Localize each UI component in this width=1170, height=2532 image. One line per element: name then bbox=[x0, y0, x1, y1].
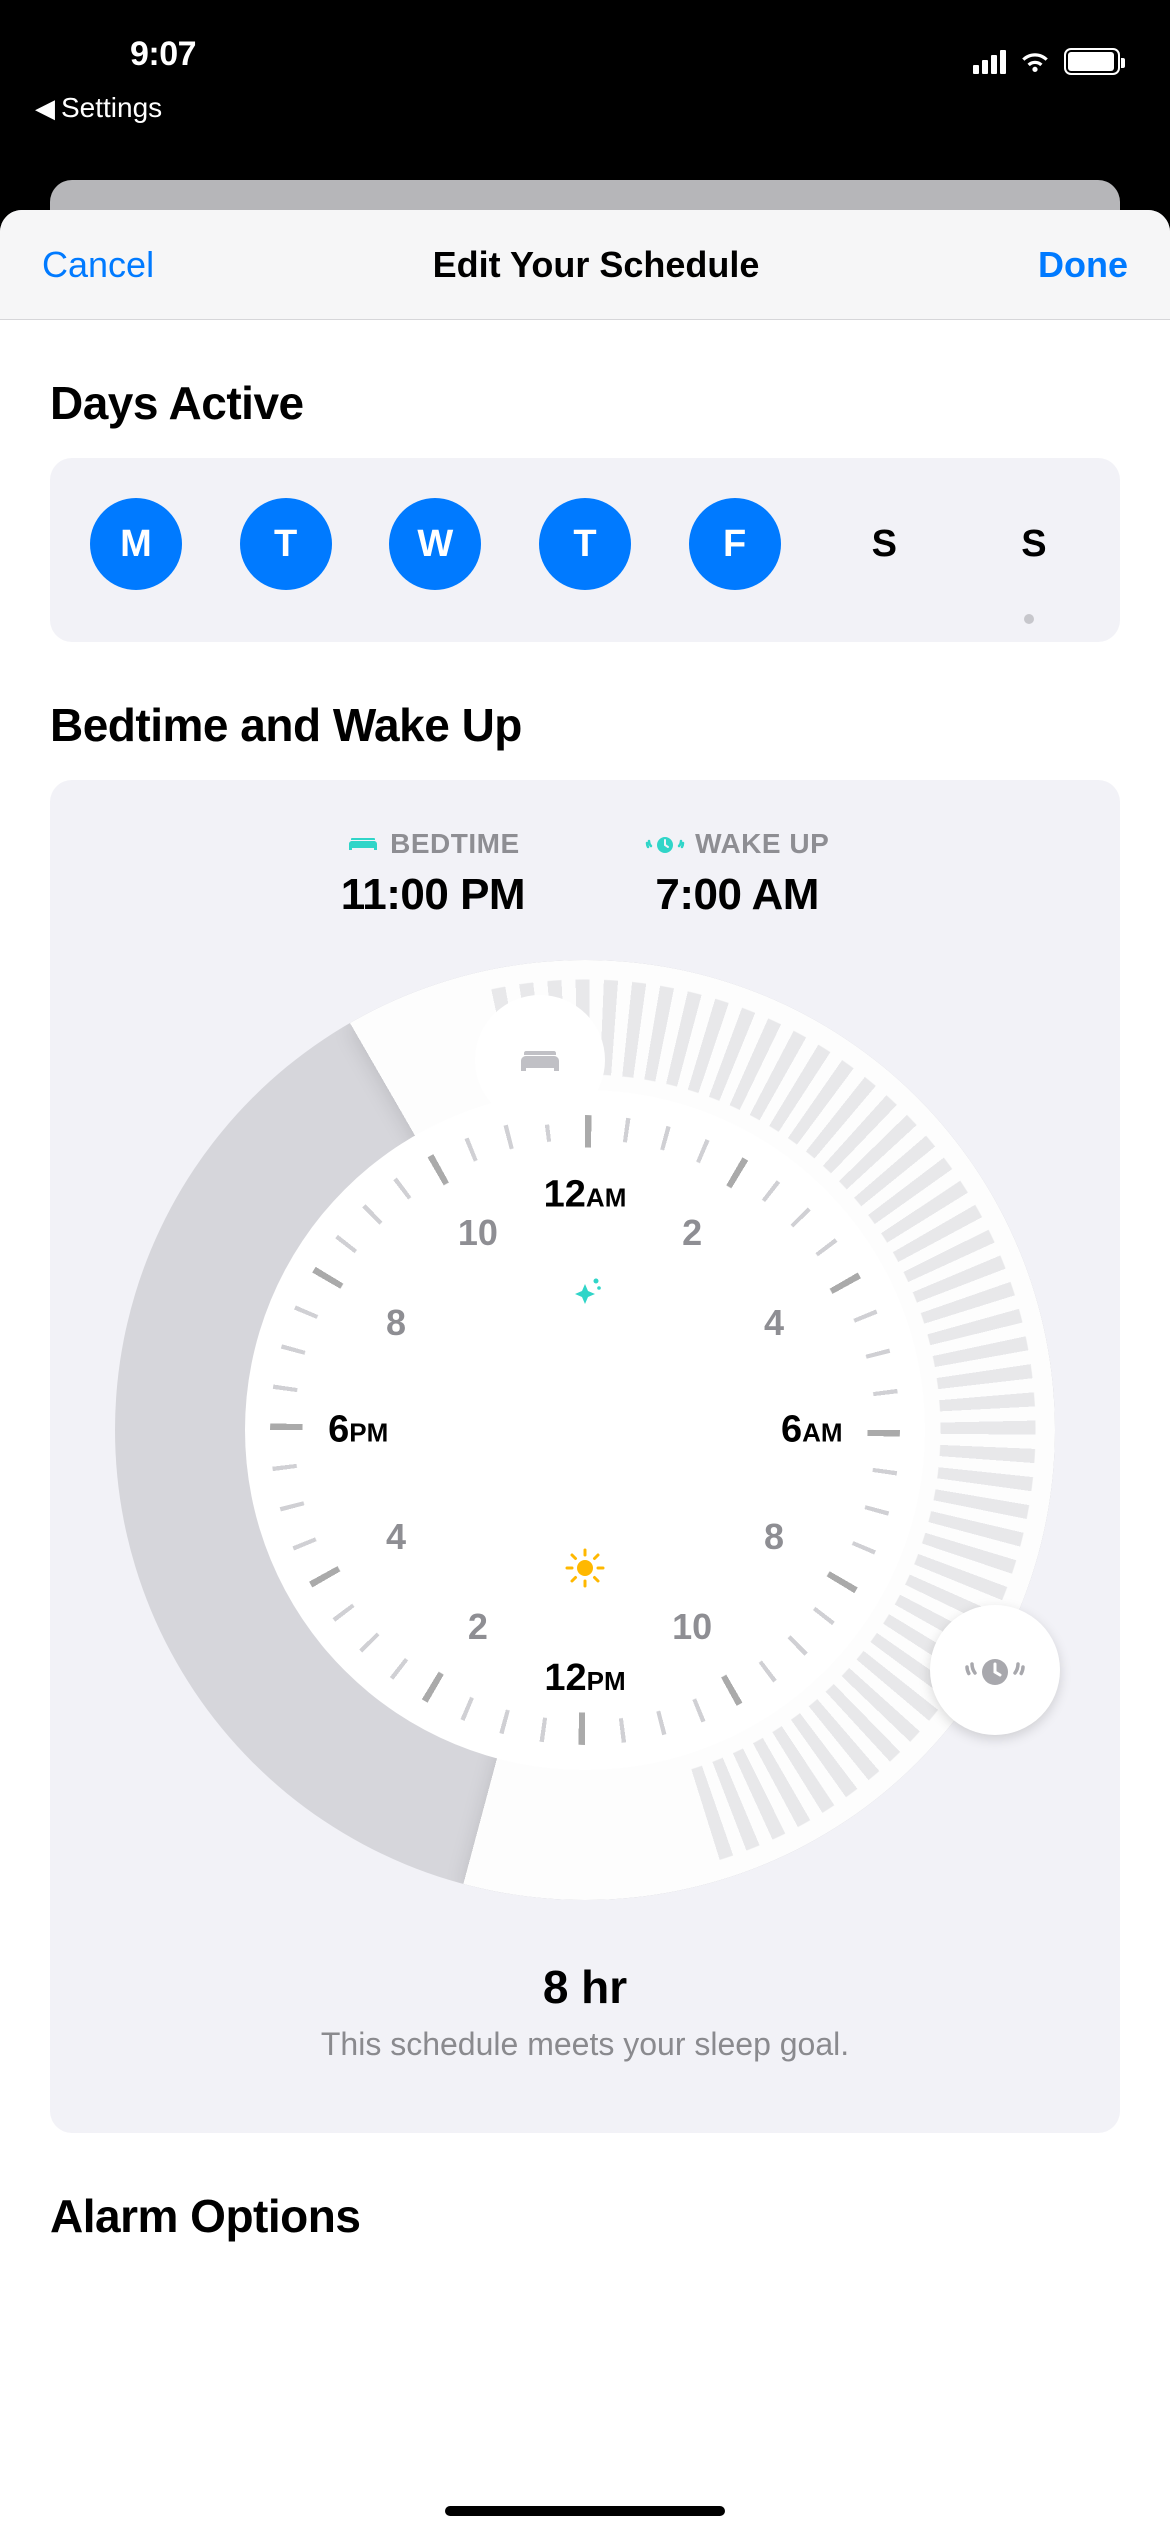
status-right bbox=[973, 48, 1120, 75]
clock-2t: 2 bbox=[682, 1212, 702, 1254]
stars-icon bbox=[563, 1270, 607, 1314]
done-button[interactable]: Done bbox=[1038, 244, 1128, 286]
cellular-icon bbox=[973, 50, 1006, 74]
content: Days Active M T W T F S S Bedtime and Wa… bbox=[0, 376, 1170, 2243]
bedtime-wakeup-title: Bedtime and Wake Up bbox=[50, 698, 1120, 752]
day-toggle-thu[interactable]: T bbox=[539, 498, 631, 590]
sleep-summary: 8 hr This schedule meets your sleep goal… bbox=[90, 1960, 1080, 2063]
day-toggle-wed[interactable]: W bbox=[389, 498, 481, 590]
alarm-options-title: Alarm Options bbox=[50, 2189, 1120, 2243]
sun-icon bbox=[563, 1546, 607, 1590]
clock-face: 12AM 2 4 6AM 8 10 12PM 2 4 6PM 8 10 bbox=[270, 1115, 900, 1745]
bed-icon bbox=[346, 832, 380, 856]
sleep-dial[interactable]: 12AM 2 4 6AM 8 10 12PM 2 4 6PM 8 10 bbox=[115, 960, 1055, 1900]
day-toggle-sun[interactable]: S bbox=[988, 498, 1080, 590]
clock-4b: 4 bbox=[386, 1516, 406, 1558]
status-bar: 9:07 ◀ Settings bbox=[0, 0, 1170, 140]
clock-10r: 10 bbox=[672, 1606, 712, 1648]
wakeup-value: 7:00 AM bbox=[645, 870, 829, 920]
chevron-left-icon: ◀ bbox=[35, 93, 55, 124]
modal-sheet: Cancel Edit Your Schedule Done Days Acti… bbox=[0, 210, 1170, 2532]
wakeup-block: WAKE UP 7:00 AM bbox=[645, 828, 829, 920]
battery-icon bbox=[1064, 48, 1120, 75]
clock-6pm: 6PM bbox=[328, 1409, 388, 1452]
clock-2b: 2 bbox=[468, 1606, 488, 1648]
sleep-goal-text: This schedule meets your sleep goal. bbox=[90, 2026, 1080, 2063]
clock-12am: 12AM bbox=[544, 1174, 627, 1217]
bedtime-block: BEDTIME 11:00 PM bbox=[341, 828, 525, 920]
sleep-card: BEDTIME 11:00 PM WAKE UP 7:00 AM bbox=[50, 780, 1120, 2133]
clock-10l: 10 bbox=[458, 1212, 498, 1254]
wakeup-handle[interactable] bbox=[930, 1605, 1060, 1735]
wakeup-label: WAKE UP bbox=[695, 828, 829, 860]
time-row: BEDTIME 11:00 PM WAKE UP 7:00 AM bbox=[90, 828, 1080, 920]
breadcrumb-label: Settings bbox=[61, 92, 162, 124]
day-toggle-sat[interactable]: S bbox=[838, 498, 930, 590]
bedtime-label: BEDTIME bbox=[390, 828, 520, 860]
day-toggle-mon[interactable]: M bbox=[90, 498, 182, 590]
cancel-button[interactable]: Cancel bbox=[42, 244, 154, 286]
clock-8l: 8 bbox=[386, 1302, 406, 1344]
clock-6am: 6AM bbox=[781, 1409, 843, 1452]
nav-bar: Cancel Edit Your Schedule Done bbox=[0, 210, 1170, 320]
status-time: 9:07 bbox=[130, 35, 196, 74]
alarm-icon bbox=[645, 831, 685, 857]
clock-4t: 4 bbox=[764, 1302, 784, 1344]
day-toggle-tue[interactable]: T bbox=[240, 498, 332, 590]
bed-handle-icon bbox=[515, 1041, 565, 1079]
clock-12pm: 12PM bbox=[544, 1657, 625, 1700]
wifi-icon bbox=[1018, 50, 1052, 74]
clock-8r: 8 bbox=[764, 1516, 784, 1558]
home-indicator[interactable] bbox=[445, 2506, 725, 2516]
days-active-card: M T W T F S S bbox=[50, 458, 1120, 642]
sleep-duration: 8 hr bbox=[90, 1960, 1080, 2014]
bedtime-value: 11:00 PM bbox=[341, 870, 525, 920]
day-indicator-dot bbox=[1024, 614, 1034, 624]
bedtime-handle[interactable] bbox=[475, 995, 605, 1125]
breadcrumb-back[interactable]: ◀ Settings bbox=[35, 92, 162, 124]
day-toggle-fri[interactable]: F bbox=[689, 498, 781, 590]
nav-title: Edit Your Schedule bbox=[433, 244, 760, 286]
days-active-title: Days Active bbox=[50, 376, 1120, 430]
alarm-handle-icon bbox=[963, 1646, 1027, 1694]
